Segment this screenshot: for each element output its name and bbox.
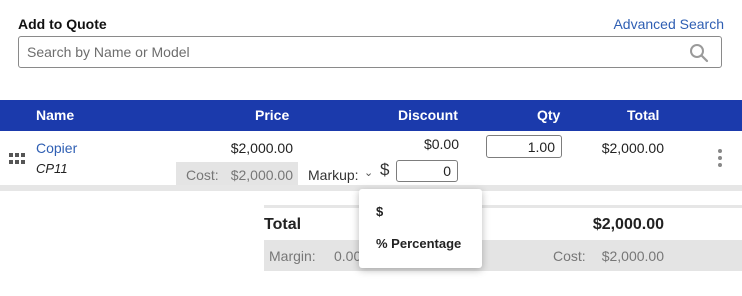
column-header-total: Total bbox=[627, 107, 660, 123]
row-cost-label: Cost: bbox=[186, 167, 219, 183]
summary-divider bbox=[264, 205, 742, 208]
markup-unit[interactable]: $ bbox=[380, 160, 389, 180]
column-header-discount: Discount bbox=[398, 107, 458, 123]
summary-margin-value: 0.00 bbox=[334, 248, 362, 264]
kebab-menu-icon[interactable] bbox=[716, 148, 724, 168]
markup-input[interactable] bbox=[396, 160, 458, 182]
row-total: $2,000.00 bbox=[601, 140, 664, 156]
summary-cost-label: Cost: bbox=[553, 248, 586, 264]
row-price: $2,000.00 bbox=[230, 140, 293, 156]
column-header-qty: Qty bbox=[537, 107, 561, 123]
table-header: Name Price Discount Qty Total bbox=[0, 100, 742, 131]
summary-total-value: $2,000.00 bbox=[592, 216, 664, 233]
summary-margin-label: Margin: bbox=[269, 248, 316, 264]
row-cost-value: $2,000.00 bbox=[230, 167, 293, 183]
markup-type-dropdown: $ % Percentage bbox=[359, 189, 482, 268]
add-to-quote-title: Add to Quote bbox=[18, 16, 107, 32]
summary-total-label: Total bbox=[264, 216, 302, 233]
product-name-link[interactable]: Copier bbox=[36, 140, 77, 156]
product-model: CP11 bbox=[36, 161, 68, 176]
drag-handle-icon[interactable] bbox=[9, 153, 25, 165]
column-header-price: Price bbox=[255, 107, 290, 123]
summary-cost-value: $2,000.00 bbox=[601, 248, 664, 264]
advanced-search-link[interactable]: Advanced Search bbox=[613, 16, 724, 32]
dropdown-option-dollar[interactable]: $ bbox=[376, 204, 383, 219]
row-discount[interactable]: $0.00 bbox=[424, 136, 459, 152]
dropdown-option-percentage[interactable]: % Percentage bbox=[376, 236, 461, 251]
markup-label: Markup: bbox=[308, 167, 359, 183]
chevron-down-icon[interactable]: ⌄ bbox=[364, 166, 373, 179]
search-box[interactable] bbox=[18, 36, 722, 68]
search-icon[interactable] bbox=[689, 43, 709, 63]
qty-input[interactable] bbox=[486, 135, 562, 158]
search-input[interactable] bbox=[19, 37, 675, 67]
column-header-name: Name bbox=[36, 107, 75, 123]
